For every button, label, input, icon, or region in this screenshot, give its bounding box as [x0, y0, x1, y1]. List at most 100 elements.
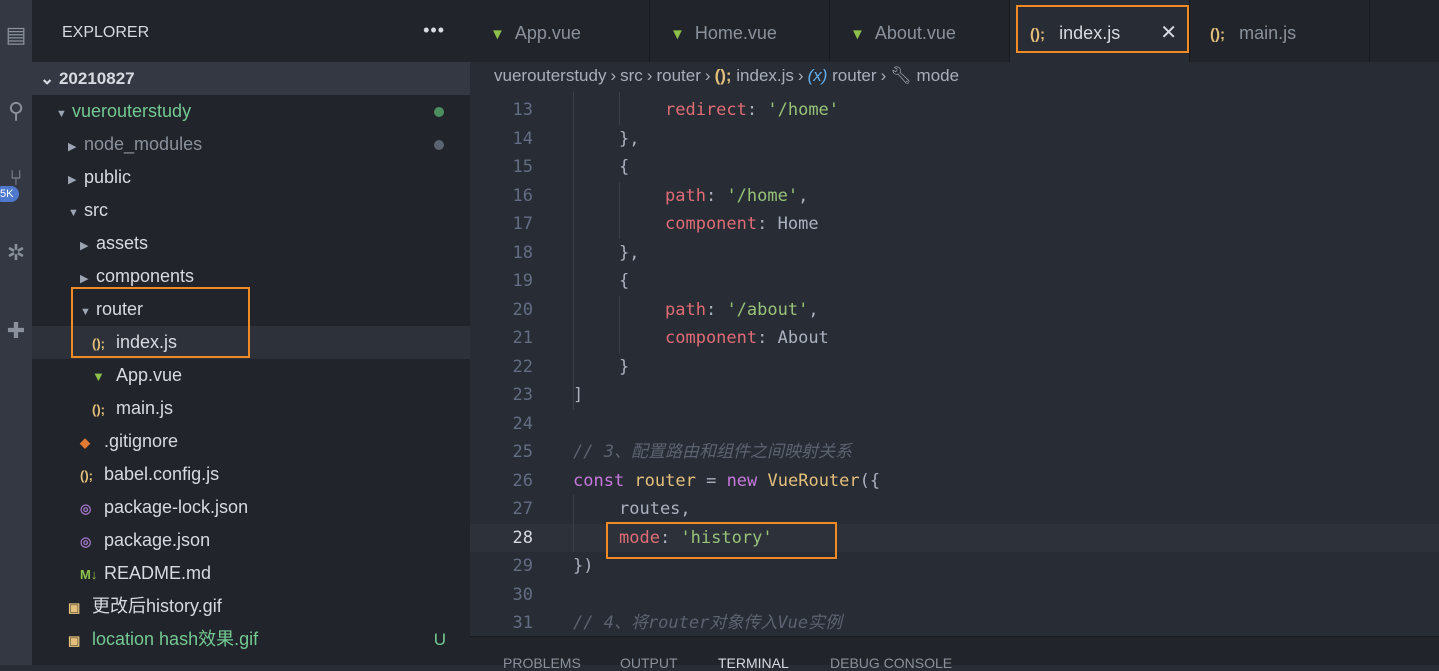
- tree-item[interactable]: ◎ package-lock.json: [32, 491, 470, 524]
- editor-tabs: ▼ App.vue ▼ Home.vue ▼ About.vue (); index.js ✕…: [470, 0, 1439, 62]
- highlight-active-tab: [1016, 5, 1189, 53]
- tree-item-label: components: [96, 266, 195, 286]
- chevron-right-icon: ›: [610, 66, 617, 85]
- chevron-right-icon: ›: [646, 66, 653, 85]
- code-token: component: [665, 214, 758, 234]
- caret-right-icon: ▶: [68, 174, 77, 186]
- tab-main-js[interactable]: (); main.js: [1190, 0, 1370, 62]
- image-file-icon: ▣: [68, 600, 81, 615]
- workspace-root-label: 20210827: [58, 69, 135, 88]
- caret-down-icon: ▼: [68, 207, 79, 219]
- image-file-icon: ▣: [68, 633, 81, 648]
- code-token: :: [757, 328, 778, 348]
- breadcrumb-item[interactable]: router: [832, 66, 876, 85]
- code-token: :: [705, 185, 727, 206]
- breadcrumb-item[interactable]: vuerouterstudy: [494, 66, 606, 85]
- line-number: 14: [512, 128, 533, 149]
- code-line: 25 // 3、配置路由和组件之间映射关系: [470, 438, 1439, 467]
- code-line: 19 {: [470, 267, 1439, 296]
- extensions-icon[interactable]: ✚: [0, 318, 32, 344]
- highlight-mode-line: [606, 522, 837, 559]
- tab-home-vue[interactable]: ▼ Home.vue: [650, 0, 830, 62]
- line-number: 15: [512, 157, 533, 177]
- tree-item[interactable]: ◆ .gitignore: [32, 425, 470, 458]
- js-file-icon: ();: [714, 66, 737, 85]
- tab-about-vue[interactable]: ▼ About.vue: [830, 0, 1010, 62]
- panel-tab-terminal[interactable]: TERMINAL: [718, 655, 789, 671]
- code-token: path: [665, 185, 706, 206]
- breadcrumb-item[interactable]: src: [620, 66, 643, 85]
- tree-item[interactable]: ▶ assets: [32, 227, 470, 260]
- code-token: path: [665, 299, 706, 320]
- file-tree: ▼ vuerouterstudy ▶ node_modules ▶ public ▼ src ▶…: [32, 95, 470, 656]
- tab-app-vue[interactable]: ▼ App.vue: [470, 0, 650, 62]
- breadcrumb-item[interactable]: router: [656, 66, 700, 85]
- caret-right-icon: ▶: [68, 141, 77, 153]
- code-text: component: Home: [665, 210, 819, 239]
- chevron-down-icon: ⌄: [40, 69, 59, 88]
- code-token: :: [705, 299, 727, 320]
- tree-item-label: location hash效果.gif: [92, 629, 259, 649]
- panel-tab-problems[interactable]: PROBLEMS: [503, 655, 581, 671]
- code-token: }): [573, 556, 594, 576]
- tree-item[interactable]: M↓ README.md: [32, 557, 470, 590]
- tab-label: Home.vue: [694, 23, 777, 43]
- js-file-icon: ();: [92, 402, 105, 417]
- tree-item[interactable]: ▣ location hash效果.gif U: [32, 623, 470, 656]
- code-token: Home: [777, 214, 819, 234]
- code-token: router: [634, 470, 696, 491]
- code-token: }: [619, 356, 630, 377]
- line-number: 18: [512, 242, 533, 263]
- code-token: new: [726, 470, 768, 491]
- breadcrumb-item[interactable]: index.js: [736, 66, 794, 85]
- code-token: ]: [573, 385, 584, 405]
- breadcrumb: vuerouterstudy › src › router › (); index.js ›(…: [470, 62, 1439, 92]
- code-text: // 3、配置路由和组件之间映射关系: [573, 438, 852, 467]
- tab-label: About.vue: [874, 23, 956, 43]
- code-text: {: [619, 267, 629, 296]
- chevron-right-icon: ›: [880, 66, 887, 85]
- code-token: },: [619, 242, 640, 263]
- tree-item[interactable]: (); babel.config.js: [32, 458, 470, 491]
- tree-item[interactable]: ◎ package.json: [32, 524, 470, 557]
- tree-item-label: main.js: [116, 398, 174, 418]
- code-token: =: [695, 470, 727, 491]
- tree-item-label: package.json: [104, 530, 211, 550]
- code-token: '/home': [726, 185, 799, 206]
- tree-item-label: .gitignore: [104, 431, 179, 451]
- breadcrumb-item[interactable]: mode: [917, 66, 960, 85]
- line-number: 17: [512, 214, 533, 234]
- code-line: 18},: [470, 239, 1439, 268]
- files-icon[interactable]: ▤: [0, 22, 32, 48]
- tree-item[interactable]: ▶ public: [32, 161, 470, 194]
- js-file-icon: ();: [80, 468, 93, 483]
- indent-guide: [573, 495, 574, 552]
- js-file-icon: ();: [1210, 26, 1230, 43]
- tree-item[interactable]: ▣ 更改后history.gif: [32, 590, 470, 623]
- tree-item[interactable]: ▼ src: [32, 194, 470, 227]
- tree-item[interactable]: ▶ node_modules: [32, 128, 470, 161]
- git-status-dot: [434, 140, 444, 150]
- code-line: 15 {: [470, 153, 1439, 182]
- code-token: component: [665, 328, 758, 348]
- code-token: '/about': [726, 299, 809, 320]
- line-number: 30: [512, 584, 533, 605]
- workspace-root[interactable]: ⌄ 20210827: [32, 62, 470, 95]
- tree-item[interactable]: ▼ vuerouterstudy: [32, 95, 470, 128]
- line-number: 21: [512, 328, 533, 348]
- panel-tab-output[interactable]: OUTPUT: [620, 655, 678, 671]
- code-text: },: [619, 239, 639, 268]
- tree-item[interactable]: (); main.js: [32, 392, 470, 425]
- code-token: routes,: [619, 499, 691, 519]
- code-token: {: [619, 271, 630, 291]
- search-icon[interactable]: ⚲: [0, 98, 32, 124]
- tree-item[interactable]: ▼ App.vue: [32, 359, 470, 392]
- code-token: '/home': [767, 100, 840, 120]
- tree-item-label: babel.config.js: [104, 464, 220, 484]
- panel-tab-debug-console[interactable]: DEBUG CONSOLE: [830, 655, 952, 671]
- code-token: VueRouter: [767, 470, 860, 491]
- line-number: 25: [512, 442, 533, 462]
- more-actions-icon[interactable]: •••: [423, 20, 445, 41]
- debug-icon[interactable]: ✲: [0, 240, 32, 266]
- line-number: 22: [512, 356, 533, 377]
